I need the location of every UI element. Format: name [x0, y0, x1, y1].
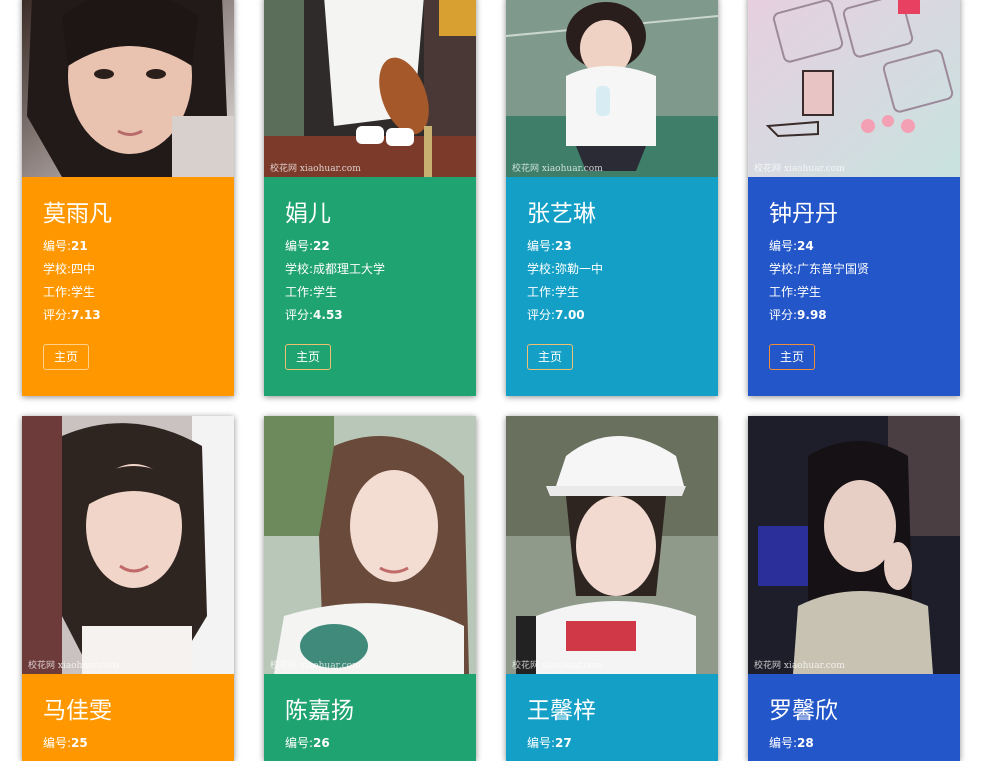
profile-card[interactable]: 校花网 xiaohuar.com 马佳雯 编号:25 — [22, 416, 234, 761]
profile-photo[interactable]: 校花网 xiaohuar.com — [264, 416, 476, 674]
home-button[interactable]: 主页 — [285, 344, 332, 370]
profile-job: 工作:学生 — [769, 285, 822, 299]
profile-photo[interactable]: 校花网 xiaohuar.com — [748, 0, 960, 177]
profile-photo[interactable]: 校花网 xiaohuar.com — [506, 416, 718, 674]
profile-school: 学校:四中 — [43, 262, 96, 276]
profile-id: 编号:26 — [285, 736, 330, 750]
profile-card[interactable]: 校花网 xiaohuar.com 钟丹丹 编号:24 学校:广东普宁国贤 工作:… — [748, 0, 960, 396]
profile-info: 马佳雯 编号:25 — [22, 674, 234, 761]
profile-job: 工作:学生 — [285, 285, 338, 299]
profile-id: 编号:24 — [769, 239, 814, 253]
profile-school: 学校:广东普宁国贤 — [769, 262, 870, 276]
profile-id: 编号:23 — [527, 239, 572, 253]
watermark-text: 校花网 xiaohuar.com — [270, 661, 361, 671]
profile-card[interactable]: 莫雨凡 编号:21 学校:四中 工作:学生 评分:7.13 主页 — [22, 0, 234, 396]
profile-name: 王馨梓 — [527, 698, 596, 724]
profile-photo[interactable]: 校花网 xiaohuar.com — [506, 0, 718, 177]
watermark-text: 校花网 xiaohuar.com — [512, 164, 603, 174]
home-button[interactable]: 主页 — [527, 344, 574, 370]
selfie-photo-icon — [264, 416, 476, 674]
profile-score: 评分:7.00 — [527, 308, 585, 322]
profile-job: 工作:学生 — [43, 285, 96, 299]
profile-info: 张艺琳 编号:23 学校:弥勒一中 工作:学生 评分:7.00 主页 — [506, 177, 718, 396]
profile-score: 评分:4.53 — [285, 308, 343, 322]
profile-name: 陈嘉扬 — [285, 698, 354, 724]
home-button[interactable]: 主页 — [769, 344, 816, 370]
keyboard-illustration-photo-icon — [748, 0, 960, 177]
profile-info: 罗馨欣 编号:28 — [748, 674, 960, 761]
profile-id: 编号:27 — [527, 736, 572, 750]
sitting-photo-icon — [264, 0, 476, 177]
profile-id: 编号:22 — [285, 239, 330, 253]
profile-grid: 莫雨凡 编号:21 学校:四中 工作:学生 评分:7.13 主页 校花网 xia… — [0, 0, 1007, 761]
portrait-photo-icon — [22, 0, 234, 177]
profile-photo[interactable]: 校花网 xiaohuar.com — [264, 0, 476, 177]
profile-id: 编号:21 — [43, 239, 88, 253]
profile-id: 编号:25 — [43, 736, 88, 750]
profile-info: 莫雨凡 编号:21 学校:四中 工作:学生 评分:7.13 主页 — [22, 177, 234, 396]
profile-card[interactable]: 校花网 xiaohuar.com 陈嘉扬 编号:26 — [264, 416, 476, 761]
profile-photo[interactable]: 校花网 xiaohuar.com — [748, 416, 960, 674]
profile-name: 娟儿 — [285, 201, 331, 227]
profile-name: 莫雨凡 — [43, 201, 112, 227]
profile-card[interactable]: 校花网 xiaohuar.com 张艺琳 编号:23 学校:弥勒一中 工作:学生… — [506, 0, 718, 396]
crouching-photo-icon — [506, 0, 718, 177]
watermark-text: 校花网 xiaohuar.com — [28, 661, 119, 671]
profile-card[interactable]: 校花网 xiaohuar.com 娟儿 编号:22 学校:成都理工大学 工作:学… — [264, 0, 476, 396]
profile-info: 娟儿 编号:22 学校:成都理工大学 工作:学生 评分:4.53 主页 — [264, 177, 476, 396]
profile-school: 学校:弥勒一中 — [527, 262, 604, 276]
watermark-text: 校花网 xiaohuar.com — [754, 661, 845, 671]
profile-score: 评分:9.98 — [769, 308, 827, 322]
profile-card[interactable]: 校花网 xiaohuar.com 王馨梓 编号:27 — [506, 416, 718, 761]
profile-name: 马佳雯 — [43, 698, 112, 724]
profile-school: 学校:成都理工大学 — [285, 262, 386, 276]
watermark-text: 校花网 xiaohuar.com — [270, 164, 361, 174]
profile-info: 钟丹丹 编号:24 学校:广东普宁国贤 工作:学生 评分:9.98 主页 — [748, 177, 960, 396]
profile-id: 编号:28 — [769, 736, 814, 750]
night-photo-icon — [748, 416, 960, 674]
cap-photo-icon — [506, 416, 718, 674]
profile-photo[interactable] — [22, 0, 234, 177]
watermark-text: 校花网 xiaohuar.com — [754, 164, 845, 174]
profile-card[interactable]: 校花网 xiaohuar.com 罗馨欣 编号:28 — [748, 416, 960, 761]
profile-name: 张艺琳 — [527, 201, 596, 227]
home-button[interactable]: 主页 — [43, 344, 90, 370]
profile-info: 王馨梓 编号:27 — [506, 674, 718, 761]
profile-photo[interactable]: 校花网 xiaohuar.com — [22, 416, 234, 674]
profile-name: 钟丹丹 — [769, 201, 838, 227]
watermark-text: 校花网 xiaohuar.com — [512, 661, 603, 671]
profile-score: 评分:7.13 — [43, 308, 101, 322]
profile-job: 工作:学生 — [527, 285, 580, 299]
profile-name: 罗馨欣 — [769, 698, 838, 724]
selfie-photo-icon — [22, 416, 234, 674]
profile-info: 陈嘉扬 编号:26 — [264, 674, 476, 761]
